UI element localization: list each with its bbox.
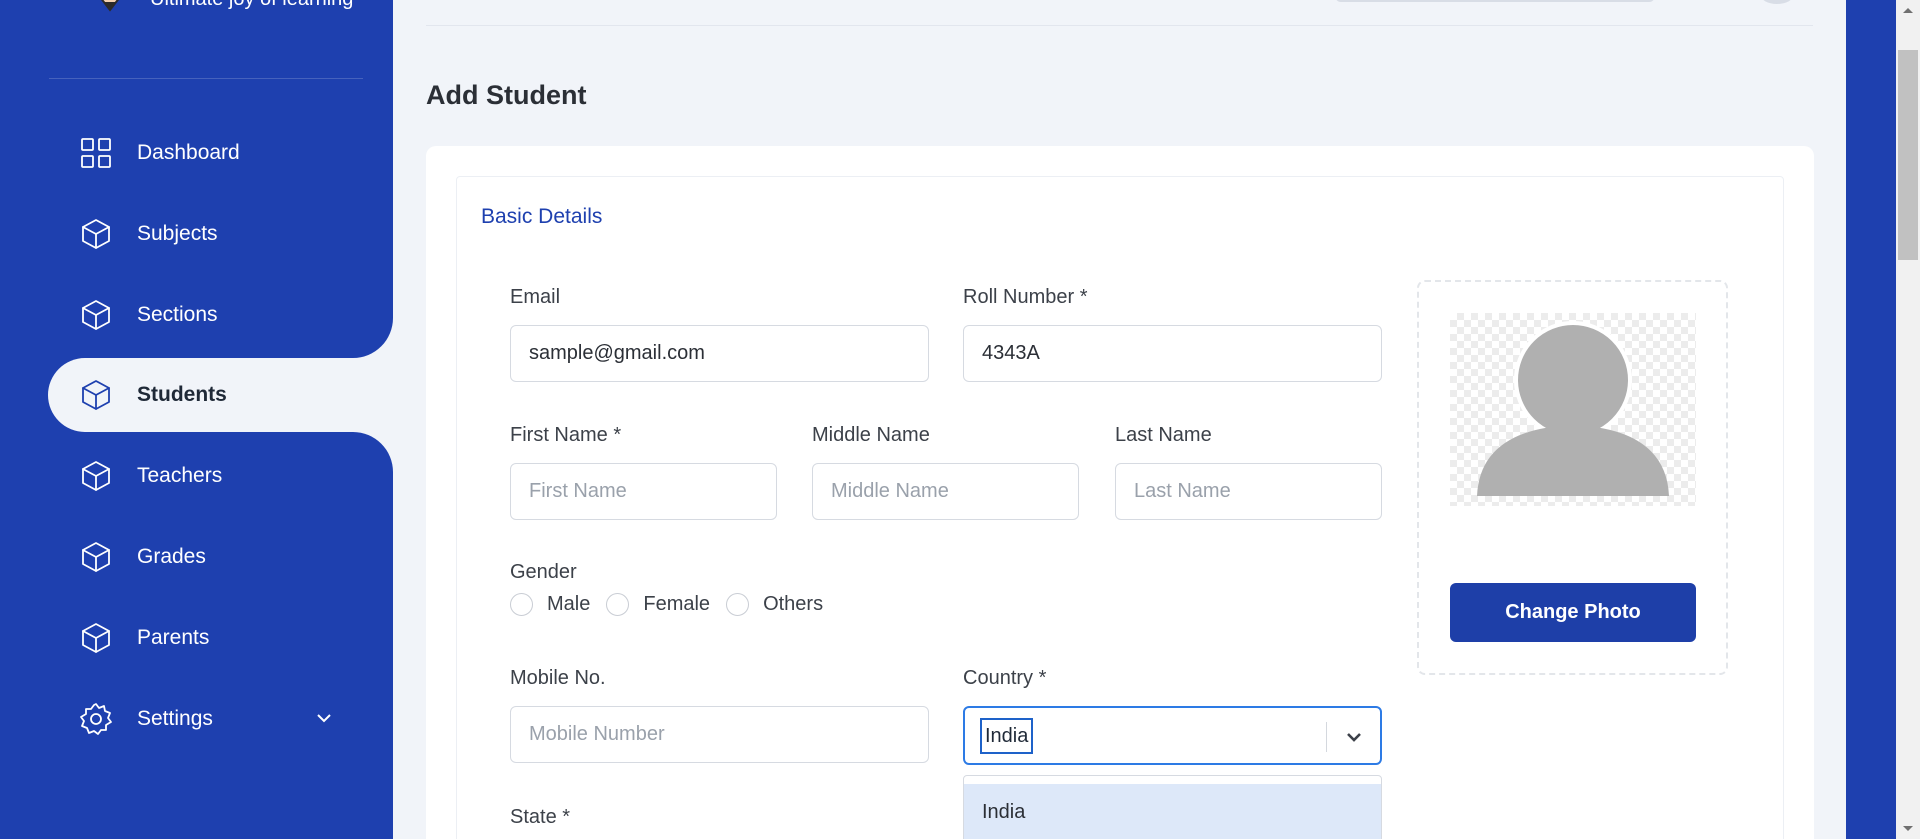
middle-name-field[interactable]	[812, 463, 1079, 520]
first-name-label: First Name *	[510, 424, 622, 446]
cube-icon	[78, 620, 114, 656]
sidebar-item-sections[interactable]: Sections	[48, 278, 393, 352]
last-name-field[interactable]	[1115, 463, 1382, 520]
cube-icon	[78, 458, 114, 494]
radio-others-label: Others	[763, 593, 824, 615]
sidebar-item-subjects[interactable]: Subjects	[48, 197, 393, 271]
scroll-down-icon[interactable]	[1900, 823, 1916, 835]
sidebar-divider	[49, 78, 363, 79]
page-title: Add Student	[426, 80, 587, 110]
roll-number-field[interactable]	[963, 325, 1382, 382]
cube-icon	[78, 539, 114, 575]
sidebar-item-label: Sections	[137, 303, 218, 326]
grid-icon	[78, 135, 114, 171]
middle-name-label: Middle Name	[812, 424, 930, 446]
radio-female[interactable]	[606, 593, 630, 616]
sidebar-item-settings[interactable]: Settings	[48, 682, 393, 756]
gear-icon	[78, 701, 114, 737]
country-select-input[interactable]: India	[980, 718, 1034, 754]
country-select[interactable]: India	[963, 706, 1382, 765]
section-title: Basic Details	[481, 205, 603, 228]
sidebar-item-label: Settings	[137, 707, 213, 730]
pencil-logo-icon	[101, 0, 119, 12]
scrollbar-thumb[interactable]	[1898, 50, 1918, 260]
gender-label: Gender	[510, 561, 577, 583]
scroll-up-icon[interactable]	[1900, 4, 1916, 16]
sidebar-item-students[interactable]: Students	[48, 358, 393, 432]
sidebar: Ultimate joy of learning Dashboard Subje…	[0, 0, 393, 839]
mobile-field[interactable]	[510, 706, 929, 763]
gender-radio-group: Male Female Others	[510, 593, 839, 616]
country-label: Country *	[963, 667, 1047, 689]
avatar[interactable]	[1760, 0, 1794, 4]
select-separator	[1326, 722, 1327, 752]
sidebar-item-label: Dashboard	[137, 141, 240, 164]
dropdown-option[interactable]: India	[964, 784, 1381, 839]
change-photo-button[interactable]: Change Photo	[1450, 583, 1696, 642]
mobile-label: Mobile No.	[510, 667, 606, 689]
email-label: Email	[510, 286, 561, 308]
cube-icon	[78, 216, 114, 252]
cube-icon	[78, 377, 114, 413]
sidebar-item-dashboard[interactable]: Dashboard	[48, 116, 393, 190]
chevron-down-icon	[315, 709, 333, 727]
sidebar-item-label: Teachers	[137, 464, 223, 487]
brand-tagline: Ultimate joy of learning	[150, 0, 353, 11]
radio-others[interactable]	[726, 593, 750, 616]
sidebar-item-parents[interactable]: Parents	[48, 601, 393, 675]
sidebar-item-teachers[interactable]: Teachers	[48, 439, 393, 513]
radio-female-label: Female	[643, 593, 711, 615]
search-bar[interactable]	[1335, 0, 1655, 2]
chevron-down-icon[interactable]	[1343, 726, 1365, 748]
sidebar-item-label: Parents	[137, 626, 210, 649]
sidebar-item-label: Students	[137, 383, 227, 406]
user-silhouette-icon	[1477, 321, 1669, 496]
roll-number-label: Roll Number *	[963, 286, 1088, 308]
state-label: State *	[510, 806, 571, 828]
sidebar-item-label: Grades	[137, 545, 206, 568]
first-name-field[interactable]	[510, 463, 777, 520]
last-name-label: Last Name	[1115, 424, 1212, 446]
sidebar-item-grades[interactable]: Grades	[48, 520, 393, 594]
radio-male[interactable]	[510, 593, 533, 616]
cube-icon	[78, 297, 114, 333]
email-field[interactable]	[510, 325, 929, 382]
header-divider	[426, 25, 1813, 26]
avatar-placeholder	[1450, 313, 1696, 506]
radio-male-label: Male	[547, 593, 591, 615]
sidebar-item-label: Subjects	[137, 222, 218, 245]
country-dropdown-menu: India	[963, 775, 1382, 839]
right-edge-band	[1846, 0, 1896, 839]
